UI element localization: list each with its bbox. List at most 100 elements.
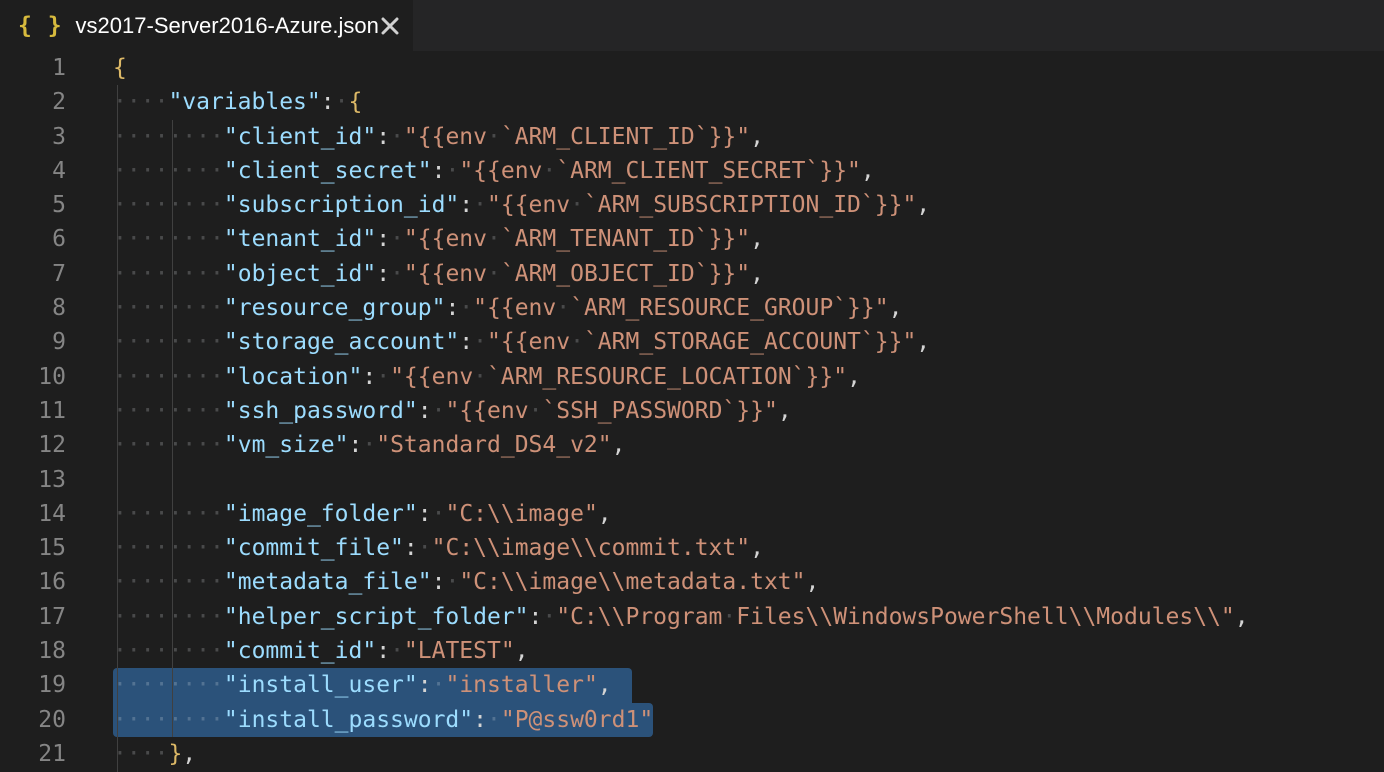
- code-text: {: [66, 51, 127, 85]
- code-text: ····},: [66, 737, 196, 771]
- whitespace-dot: ·: [362, 432, 376, 458]
- whitespace-dot: ·: [445, 569, 459, 595]
- whitespace-dot: ·: [182, 329, 196, 355]
- whitespace-dot: ·: [141, 158, 155, 184]
- code-line[interactable]: 21····},: [0, 737, 1384, 771]
- code-line[interactable]: 12········"vm_size":·"Standard_DS4_v2",: [0, 428, 1384, 462]
- whitespace-dot: ·: [210, 226, 224, 252]
- line-number: 20: [0, 703, 66, 737]
- whitespace-dot: ·: [473, 329, 487, 355]
- line-number: 8: [0, 291, 66, 325]
- code-line[interactable]: 5········"subscription_id":·"{{env·`ARM_…: [0, 188, 1384, 222]
- code-line[interactable]: 10········"location":·"{{env·`ARM_RESOUR…: [0, 360, 1384, 394]
- whitespace-dot: ·: [127, 432, 141, 458]
- whitespace-dot: ·: [432, 672, 446, 698]
- whitespace-dot: ·: [376, 364, 390, 390]
- whitespace-dot: ·: [155, 295, 169, 321]
- code-text: [66, 463, 113, 497]
- whitespace-dot: ·: [196, 261, 210, 287]
- code-line[interactable]: 11········"ssh_password":·"{{env·`SSH_PA…: [0, 394, 1384, 428]
- whitespace-dot: ·: [141, 364, 155, 390]
- whitespace-dot: ·: [182, 672, 196, 698]
- whitespace-dot: ·: [210, 638, 224, 664]
- whitespace-dot: ·: [127, 226, 141, 252]
- whitespace-dot: ·: [113, 124, 127, 150]
- whitespace-dot: ·: [141, 535, 155, 561]
- editor[interactable]: 1{2····"variables":·{3········"client_id…: [0, 51, 1384, 772]
- code-line[interactable]: 19········"install_user":·"installer",: [0, 668, 1384, 702]
- whitespace-dot: ·: [141, 432, 155, 458]
- code-line[interactable]: 9········"storage_account":·"{{env·`ARM_…: [0, 325, 1384, 359]
- code-line[interactable]: 8········"resource_group":·"{{env·`ARM_R…: [0, 291, 1384, 325]
- whitespace-dot: ·: [210, 398, 224, 424]
- code-text: ········"install_password":·"P@ssw0rd1": [66, 703, 653, 737]
- whitespace-dot: ·: [168, 124, 182, 150]
- tab-vs2017-server2016-azure-json[interactable]: { } vs2017-Server2016-Azure.json: [0, 0, 413, 51]
- whitespace-dot: ·: [113, 604, 127, 630]
- whitespace-dot: ·: [210, 261, 224, 287]
- whitespace-dot: ·: [168, 535, 182, 561]
- whitespace-dot: ·: [542, 604, 556, 630]
- code-line[interactable]: 13: [0, 463, 1384, 497]
- code-text: ········"metadata_file":·"C:\\image\\met…: [66, 565, 819, 599]
- whitespace-dot: ·: [141, 89, 155, 115]
- tab-close-icon[interactable]: [379, 15, 401, 37]
- whitespace-dot: ·: [210, 158, 224, 184]
- whitespace-dot: ·: [113, 192, 127, 218]
- whitespace-dot: ·: [210, 604, 224, 630]
- whitespace-dot: ·: [168, 707, 182, 733]
- whitespace-dot: ·: [127, 501, 141, 527]
- code-line[interactable]: 16········"metadata_file":·"C:\\image\\m…: [0, 565, 1384, 599]
- line-number: 7: [0, 257, 66, 291]
- whitespace-dot: ·: [155, 569, 169, 595]
- whitespace-dot: ·: [141, 707, 155, 733]
- whitespace-dot: ·: [196, 672, 210, 698]
- line-number: 5: [0, 188, 66, 222]
- line-number: 19: [0, 668, 66, 702]
- code-text: ········"location":·"{{env·`ARM_RESOURCE…: [66, 360, 861, 394]
- code-line[interactable]: 2····"variables":·{: [0, 85, 1384, 119]
- code-line[interactable]: 3········"client_id":·"{{env·`ARM_CLIENT…: [0, 120, 1384, 154]
- whitespace-dot: ·: [196, 124, 210, 150]
- code-line[interactable]: 15········"commit_file":·"C:\\image\\com…: [0, 531, 1384, 565]
- whitespace-dot: ·: [196, 329, 210, 355]
- code-text: ········"install_user":·"installer",: [66, 668, 612, 702]
- whitespace-dot: ·: [196, 535, 210, 561]
- code-lines: 1{2····"variables":·{3········"client_id…: [0, 51, 1384, 771]
- whitespace-dot: ·: [182, 124, 196, 150]
- whitespace-dot: ·: [113, 741, 127, 767]
- code-line[interactable]: 6········"tenant_id":·"{{env·`ARM_TENANT…: [0, 222, 1384, 256]
- whitespace-dot: ·: [113, 638, 127, 664]
- whitespace-dot: ·: [168, 672, 182, 698]
- whitespace-dot: ·: [141, 741, 155, 767]
- line-number: 12: [0, 428, 66, 462]
- code-line[interactable]: 17········"helper_script_folder":·"C:\\P…: [0, 600, 1384, 634]
- whitespace-dot: ·: [182, 192, 196, 218]
- whitespace-dot: ·: [168, 501, 182, 527]
- whitespace-dot: ·: [182, 158, 196, 184]
- whitespace-dot: ·: [168, 569, 182, 595]
- json-braces-icon: { }: [18, 13, 63, 39]
- code-line[interactable]: 1{: [0, 51, 1384, 85]
- code-text: ········"helper_script_folder":·"C:\\Pro…: [66, 600, 1249, 634]
- code-line[interactable]: 7········"object_id":·"{{env·`ARM_OBJECT…: [0, 257, 1384, 291]
- whitespace-dot: ·: [722, 604, 736, 630]
- whitespace-dot: ·: [529, 398, 543, 424]
- whitespace-dot: ·: [196, 569, 210, 595]
- code-text: ········"subscription_id":·"{{env·`ARM_S…: [66, 188, 930, 222]
- whitespace-dot: ·: [570, 192, 584, 218]
- whitespace-dot: ·: [155, 638, 169, 664]
- tab-bar: { } vs2017-Server2016-Azure.json: [0, 0, 1384, 51]
- whitespace-dot: ·: [141, 261, 155, 287]
- code-line[interactable]: 14········"image_folder":·"C:\\image",: [0, 497, 1384, 531]
- code-line[interactable]: 4········"client_secret":·"{{env·`ARM_CL…: [0, 154, 1384, 188]
- whitespace-dot: ·: [168, 604, 182, 630]
- code-line[interactable]: 18········"commit_id":·"LATEST",: [0, 634, 1384, 668]
- whitespace-dot: ·: [141, 398, 155, 424]
- whitespace-dot: ·: [210, 364, 224, 390]
- whitespace-dot: ·: [127, 604, 141, 630]
- code-line[interactable]: 20········"install_password":·"P@ssw0rd1…: [0, 703, 1384, 737]
- code-text: ········"tenant_id":·"{{env·`ARM_TENANT_…: [66, 222, 764, 256]
- whitespace-dot: ·: [155, 672, 169, 698]
- line-number: 21: [0, 737, 66, 771]
